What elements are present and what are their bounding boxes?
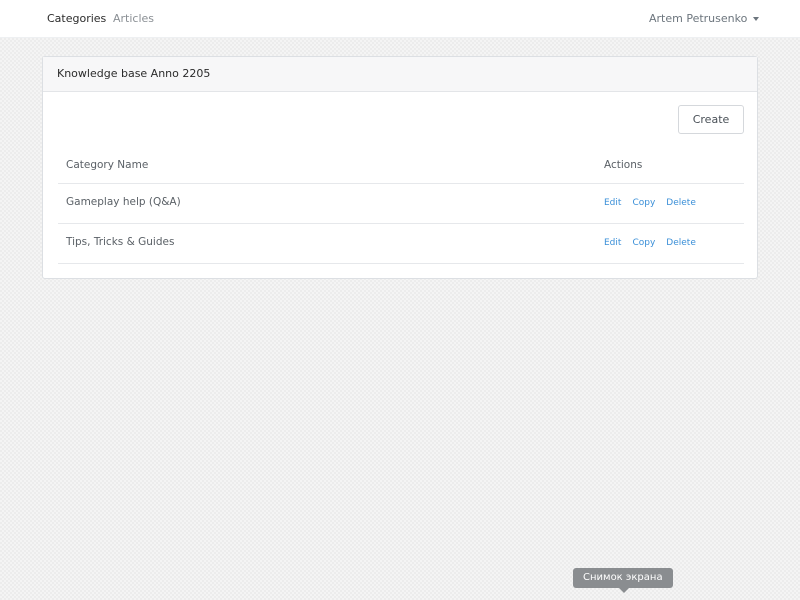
user-name: Artem Petrusenko <box>649 12 748 25</box>
categories-table: Category Name Actions Gameplay help (Q&A… <box>58 148 744 264</box>
column-header-actions: Actions <box>604 159 643 171</box>
column-header-category-name: Category Name <box>66 159 149 171</box>
delete-link[interactable]: Delete <box>666 238 696 248</box>
nav-link-articles[interactable]: Articles <box>113 12 154 25</box>
row-actions: Edit Copy Delete <box>604 198 696 208</box>
copy-link[interactable]: Copy <box>632 198 655 208</box>
table-header-row: Category Name Actions <box>58 148 744 184</box>
create-button[interactable]: Create <box>678 105 744 134</box>
table-row: Tips, Tricks & Guides Edit Copy Delete <box>58 224 744 264</box>
nav-link-categories[interactable]: Categories <box>47 12 106 25</box>
delete-link[interactable]: Delete <box>666 198 696 208</box>
caret-down-icon <box>753 17 760 21</box>
card-title: Knowledge base Anno 2205 <box>43 57 757 92</box>
screenshot-tooltip: Снимок экрана <box>573 568 673 593</box>
category-name-cell: Gameplay help (Q&A) <box>66 196 181 208</box>
category-name-cell: Tips, Tricks & Guides <box>66 236 175 248</box>
row-actions: Edit Copy Delete <box>604 238 696 248</box>
edit-link[interactable]: Edit <box>604 198 621 208</box>
knowledge-base-card: Knowledge base Anno 2205 Create Category… <box>42 56 758 279</box>
user-menu-dropdown[interactable]: Artem Petrusenko <box>649 12 760 25</box>
top-navbar: Categories Articles Artem Petrusenko <box>0 0 800 38</box>
edit-link[interactable]: Edit <box>604 238 621 248</box>
table-row: Gameplay help (Q&A) Edit Copy Delete <box>58 184 744 224</box>
copy-link[interactable]: Copy <box>632 238 655 248</box>
